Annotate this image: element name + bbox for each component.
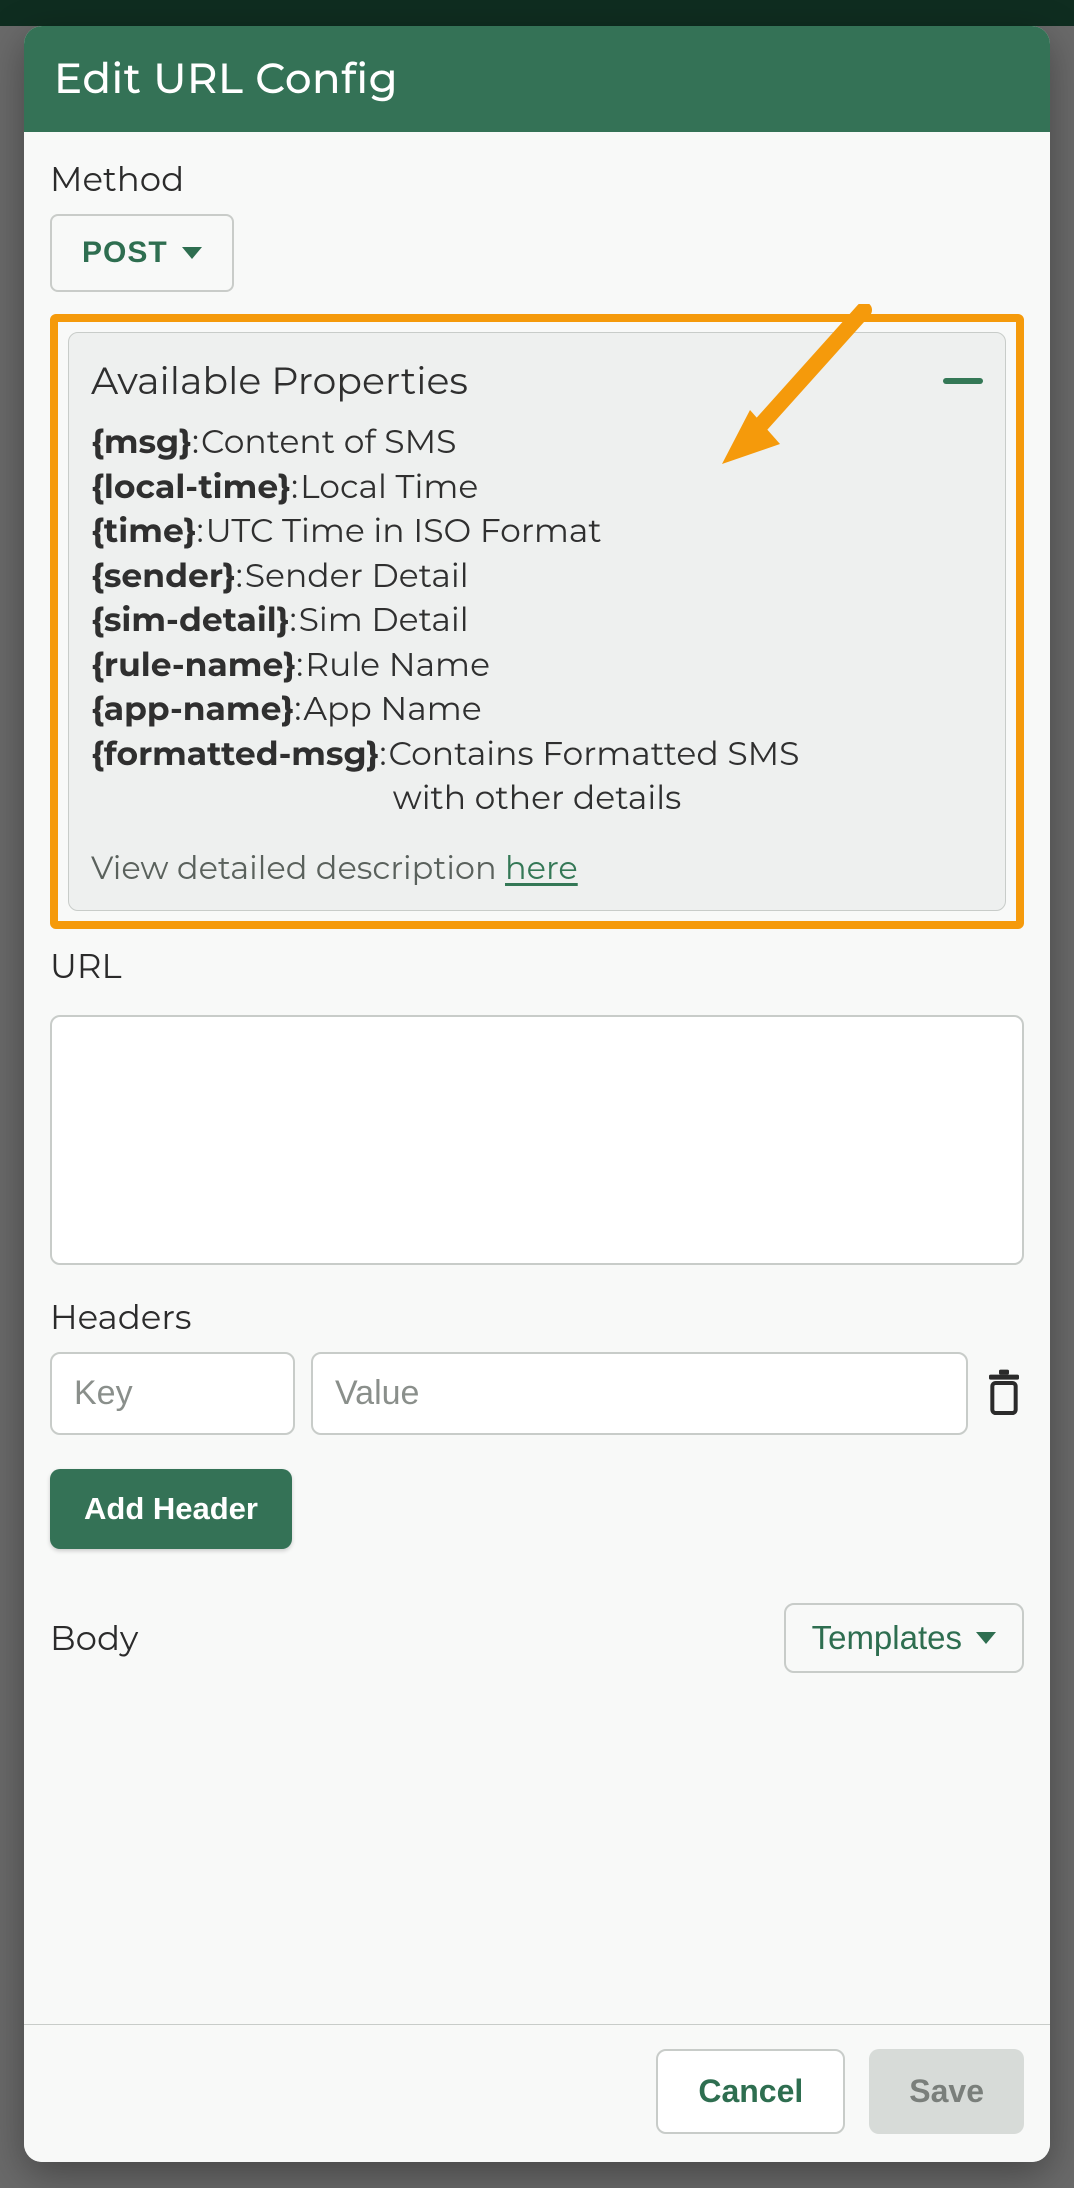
chevron-down-icon (976, 1632, 996, 1644)
property-key: {local-time} (91, 465, 291, 510)
property-key: {sim-detail} (91, 598, 290, 643)
property-row: {time}: UTC Time in ISO Format (91, 509, 983, 554)
header-key-input[interactable] (50, 1352, 295, 1435)
properties-footer: View detailed description here (91, 849, 983, 888)
properties-list: {msg}: Content of SMS {local-time}: Loca… (91, 420, 983, 821)
property-row: {msg}: Content of SMS (91, 420, 983, 465)
chevron-down-icon (182, 247, 202, 259)
property-key: {app-name} (91, 687, 294, 732)
property-desc: Local Time (300, 465, 478, 510)
headers-label: Headers (50, 1296, 1024, 1338)
property-row: {local-time}: Local Time (91, 465, 983, 510)
body-label: Body (50, 1617, 138, 1659)
property-desc: Sender Detail (245, 554, 469, 599)
property-desc-line2: with other details (91, 776, 983, 821)
property-key: {msg} (91, 420, 192, 465)
property-row: {rule-name}: Rule Name (91, 643, 983, 688)
property-row: {app-name}: App Name (91, 687, 983, 732)
url-input[interactable] (50, 1015, 1024, 1265)
templates-dropdown[interactable]: Templates (784, 1603, 1024, 1673)
header-row (50, 1352, 1024, 1435)
property-key: {formatted-msg} (91, 732, 379, 777)
method-dropdown-value: POST (82, 236, 168, 270)
method-label: Method (50, 158, 1024, 200)
body-section-row: Body Templates (50, 1603, 1024, 1673)
property-row: {sim-detail}: Sim Detail (91, 598, 983, 643)
cancel-button[interactable]: Cancel (656, 2049, 845, 2134)
edit-url-config-dialog: Edit URL Config Method POST Available Pr… (24, 26, 1050, 2162)
property-desc: Rule Name (305, 643, 490, 688)
available-properties-header[interactable]: Available Properties (91, 357, 983, 404)
property-row: {sender}: Sender Detail (91, 554, 983, 599)
property-desc: Sim Detail (299, 598, 469, 643)
header-value-input[interactable] (311, 1352, 968, 1435)
property-desc: App Name (303, 687, 481, 732)
highlight-annotation-box: Available Properties {msg}: Content of S… (50, 314, 1024, 929)
dialog-title: Edit URL Config (24, 26, 1050, 132)
window-topbar (0, 0, 1074, 26)
method-dropdown[interactable]: POST (50, 214, 234, 292)
property-desc: UTC Time in ISO Format (206, 509, 602, 554)
property-desc: Contains Formatted SMS (388, 732, 799, 777)
dialog-footer: Cancel Save (24, 2024, 1050, 2162)
available-properties-panel: Available Properties {msg}: Content of S… (68, 332, 1006, 911)
property-row: {formatted-msg}: Contains Formatted SMS … (91, 732, 983, 821)
collapse-icon (943, 378, 983, 384)
property-key: {time} (91, 509, 197, 554)
property-key: {rule-name} (91, 643, 296, 688)
property-key: {sender} (91, 554, 236, 599)
url-label: URL (50, 945, 1024, 987)
templates-dropdown-label: Templates (812, 1619, 962, 1657)
properties-details-link[interactable]: here (505, 849, 578, 888)
property-desc: Content of SMS (201, 420, 456, 465)
save-button[interactable]: Save (869, 2049, 1024, 2134)
delete-header-icon[interactable] (984, 1369, 1024, 1417)
dialog-body: Method POST Available Properties {msg}: … (24, 132, 1050, 2024)
add-header-button[interactable]: Add Header (50, 1469, 292, 1549)
available-properties-title: Available Properties (91, 357, 468, 404)
properties-footer-text: View detailed description (91, 849, 505, 888)
